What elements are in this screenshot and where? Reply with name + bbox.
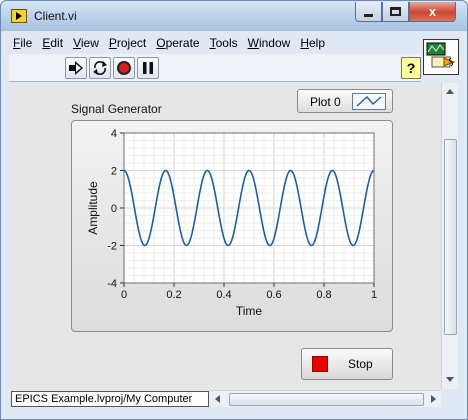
x-tick-label: 0.6 [266,289,281,301]
stop-icon [312,356,328,372]
title-bar[interactable]: Client.vi x [1,1,467,31]
scroll-up-icon[interactable] [446,89,454,94]
x-tick-label: 1 [371,289,377,301]
vi-connector-pane-icon[interactable] [423,39,459,75]
run-continuously-icon [93,61,107,75]
waveform-chart[interactable]: 0 0.2 0.4 0.6 0.8 1 4 2 0 -2 -4 Time Amplitude [72,121,392,331]
maximize-icon [390,7,401,16]
scroll-left-icon[interactable] [215,395,220,403]
x-axis-title: Time [236,304,263,318]
menu-help[interactable]: Help [300,34,325,52]
x-tick-label: 0.4 [216,289,231,301]
context-help-button[interactable]: ? [401,57,421,79]
scroll-right-icon[interactable] [431,395,436,403]
run-button[interactable] [65,57,87,79]
menu-tools[interactable]: Tools [210,34,238,52]
graph-label: Signal Generator [71,102,162,116]
run-arrow-icon [69,61,83,75]
menu-window[interactable]: Window [248,34,291,52]
pause-icon [143,62,153,74]
close-icon: x [428,4,437,19]
vi-graph-icon [426,42,456,68]
abort-icon [117,61,131,75]
menu-file[interactable]: File [13,34,32,52]
menu-project[interactable]: Project [109,34,146,52]
minimize-icon [364,14,373,17]
x-tick-label: 0 [121,289,127,301]
close-button[interactable]: x [409,2,456,22]
menu-operate[interactable]: Operate [156,34,199,52]
vertical-scroll-thumb[interactable] [444,139,457,335]
menu-edit[interactable]: Edit [42,34,63,52]
toolbar: ? [9,54,421,82]
scroll-down-icon[interactable] [446,377,454,382]
maximize-button[interactable] [382,2,409,22]
plot-legend[interactable]: Plot 0 [297,89,393,113]
vertical-scrollbar[interactable] [441,83,458,389]
horizontal-scroll-thumb[interactable] [229,393,424,406]
window-title: Client.vi [34,9,77,23]
labview-vi-icon [11,9,27,23]
x-tick-label: 0.2 [166,289,181,301]
application-window: Client.vi x File Edit View Project Opera… [0,0,468,420]
waveform-graph[interactable]: 0 0.2 0.4 0.6 0.8 1 4 2 0 -2 -4 Time Amplitude [71,120,393,332]
horizontal-scrollbar[interactable] [209,390,441,407]
x-tick-label: 0.8 [316,289,331,301]
abort-button[interactable] [113,57,135,79]
run-continuously-button[interactable] [89,57,111,79]
plot-legend-label: Plot 0 [310,95,341,109]
plot-line-swatch[interactable] [352,93,386,110]
menu-bar: File Edit View Project Operate Tools Win… [9,32,417,54]
help-icon: ? [406,60,416,76]
y-tick-label: 4 [111,128,117,140]
line-style-icon [356,95,382,107]
y-tick-label: -4 [107,278,117,290]
minimize-button[interactable] [355,2,382,22]
menu-view[interactable]: View [73,34,99,52]
y-axis-title: Amplitude [86,181,100,235]
stop-button[interactable]: Stop [301,348,393,380]
pause-button[interactable] [137,57,159,79]
y-tick-label: 0 [111,203,117,215]
y-tick-label: -2 [107,241,117,253]
y-tick-label: 2 [111,166,117,178]
project-path: EPICS Example.lvproj/My Computer [11,391,209,407]
stop-button-label: Stop [348,357,373,371]
